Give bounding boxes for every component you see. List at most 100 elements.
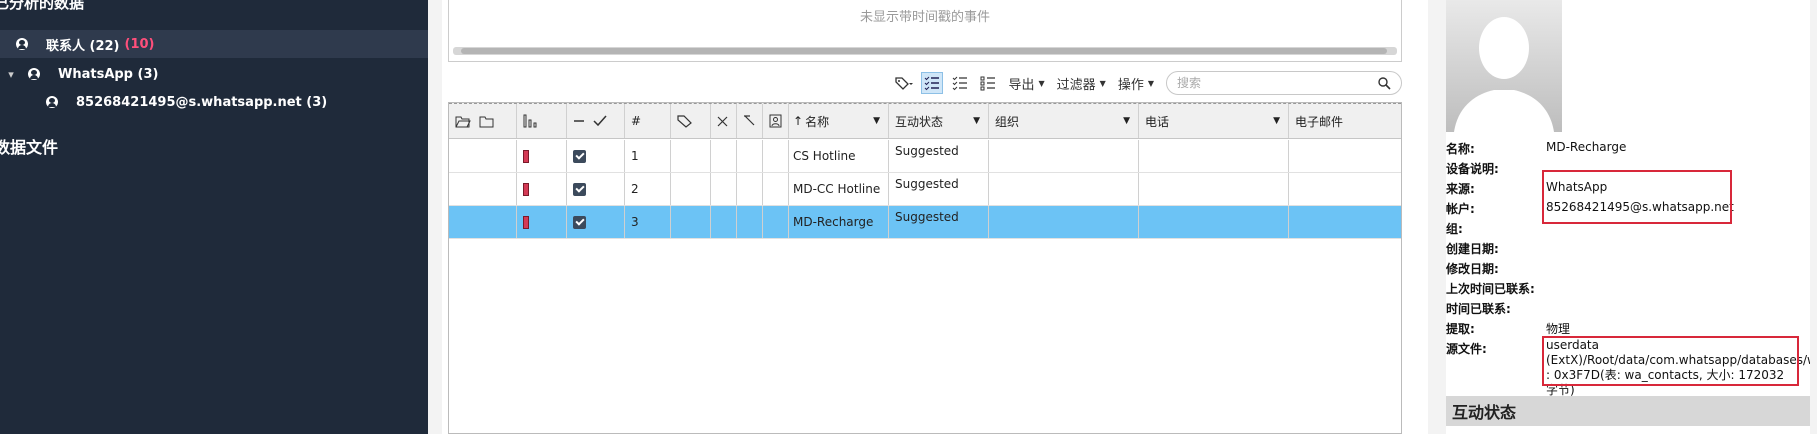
column-dropdown-icon[interactable]: ▼: [873, 116, 880, 126]
row-status: Suggested: [889, 206, 989, 238]
row-org: [989, 206, 1139, 238]
detail-group-label: 组:: [1446, 222, 1463, 236]
right-scroll-gutter: [1810, 0, 1817, 434]
sort-ascending-icon: ↑: [793, 114, 804, 128]
sidebar-title: 已分析的数据: [0, 0, 85, 12]
row-check-cell[interactable]: [567, 206, 625, 238]
org-column-header[interactable]: 组织 ▼: [989, 104, 1139, 138]
row-label-cell: [671, 206, 711, 238]
detail-source-file-label: 源文件:: [1446, 342, 1487, 356]
detail-name-value: MD-Recharge: [1546, 140, 1627, 154]
sidebar-item-account[interactable]: 85268421495@s.whatsapp.net (3): [0, 88, 428, 116]
row-checkbox[interactable]: [573, 215, 586, 229]
status-column-header[interactable]: 互动状态 ▼: [889, 104, 989, 138]
row-deleted-cell: [711, 173, 737, 205]
row-label-cell: [671, 173, 711, 205]
panel-splitter[interactable]: [1428, 0, 1446, 434]
row-pin-cell: [737, 173, 763, 205]
detail-modified-label: 修改日期:: [1446, 262, 1499, 276]
tag-icon: [677, 115, 692, 128]
search-icon[interactable]: [1378, 76, 1391, 90]
detail-name: 名称: MD-Recharge: [1446, 140, 1817, 160]
chevron-down-icon[interactable]: ▾: [4, 68, 18, 81]
index-column-header[interactable]: #: [625, 104, 671, 138]
flag-icon: [523, 182, 529, 196]
detail-device-label: 设备说明:: [1446, 162, 1499, 176]
actions-button[interactable]: 操作 ▼: [1112, 70, 1160, 96]
detail-times-contacted-label: 时间已联系:: [1446, 302, 1511, 316]
table-row[interactable]: 2 MD-CC Hotline Suggested: [449, 173, 1401, 206]
deleted-column-header[interactable]: [711, 104, 737, 138]
contact-icon: [46, 96, 58, 108]
status-column-header-label: 互动状态: [895, 114, 944, 129]
phone-column-header-label: 电话: [1145, 114, 1170, 129]
search-input[interactable]: [1177, 76, 1378, 90]
export-button[interactable]: 导出 ▼: [1002, 70, 1050, 96]
name-column-header-label: 名称: [805, 114, 830, 129]
row-status: Suggested: [889, 173, 989, 205]
folder-open-icon: [455, 116, 471, 127]
scrollbar-thumb[interactable]: [461, 48, 1387, 54]
toolbar: 导出 ▼ 过滤器 ▼ 操作 ▼: [448, 68, 1402, 98]
detail-last-contacted: 上次时间已联系:: [1446, 280, 1817, 300]
pin-column-header[interactable]: [737, 104, 763, 138]
contact-card-column-header[interactable]: [763, 104, 789, 138]
filter-button-label: 过滤器: [1056, 77, 1096, 93]
checked-column-header[interactable]: [567, 104, 625, 138]
row-email: [1289, 140, 1401, 172]
search-field[interactable]: [1166, 71, 1402, 95]
flag-icon: [523, 215, 529, 229]
contact-icon: [28, 68, 40, 80]
row-folder-cell: [449, 173, 517, 205]
section-interaction-status[interactable]: 互动状态: [1446, 396, 1810, 426]
row-phone: [1139, 140, 1289, 172]
column-dropdown-icon[interactable]: ▼: [973, 116, 980, 126]
checklist-view-icon[interactable]: [949, 72, 971, 94]
highlight-box-source-file: [1542, 336, 1799, 386]
detail-name-label: 名称:: [1446, 142, 1475, 156]
tag-column-header[interactable]: [517, 104, 567, 138]
tree-list-view-icon[interactable]: [977, 72, 999, 94]
panel-gutter: [428, 0, 442, 434]
detail-list-view-icon[interactable]: [921, 72, 944, 94]
sidebar-section-data-files[interactable]: 数据文件: [0, 134, 58, 158]
sidebar-item-whatsapp[interactable]: ▾ WhatsApp (3): [0, 60, 428, 88]
filter-button[interactable]: 过滤器 ▼: [1051, 70, 1112, 96]
email-column-header-label: 电子邮件: [1295, 114, 1344, 129]
row-name: MD-Recharge: [789, 206, 889, 238]
timeline-scrollbar[interactable]: [453, 47, 1397, 55]
row-name: MD-CC Hotline: [789, 173, 889, 205]
row-check-cell[interactable]: [567, 173, 625, 205]
row-email: [1289, 206, 1401, 238]
contact-details-panel: 名称: MD-Recharge 设备说明: 来源: WhatsApp 帐户: 8…: [1446, 0, 1817, 434]
row-checkbox[interactable]: [573, 182, 586, 196]
row-name: CS Hotline: [789, 140, 889, 172]
sidebar-item-contacts[interactable]: 联系人 (22) (10): [0, 30, 428, 58]
row-email: [1289, 173, 1401, 205]
row-label-cell: [671, 140, 711, 172]
row-tag-cell: [517, 206, 567, 238]
column-dropdown-icon[interactable]: ▼: [1123, 116, 1130, 126]
row-pin-cell: [737, 140, 763, 172]
label-column-header[interactable]: [671, 104, 711, 138]
table-row[interactable]: 1 CS Hotline Suggested: [449, 140, 1401, 173]
email-column-header[interactable]: 电子邮件: [1289, 104, 1401, 138]
caret-down-icon: ▼: [1147, 78, 1154, 88]
analyzed-data-sidebar: 已分析的数据 联系人 (22) (10) ▾ WhatsApp (3) 8526…: [0, 0, 428, 434]
row-phone: [1139, 206, 1289, 238]
row-folder-cell: [449, 140, 517, 172]
column-dropdown-icon[interactable]: ▼: [1273, 116, 1280, 126]
row-checkbox[interactable]: [573, 149, 586, 163]
detail-extraction-label: 提取:: [1446, 322, 1475, 336]
table-row-selected[interactable]: 3 MD-Recharge Suggested: [449, 206, 1401, 239]
detail-extraction-value: 物理: [1546, 322, 1571, 336]
folder-column-header[interactable]: [449, 104, 517, 138]
detail-last-contacted-label: 上次时间已联系:: [1446, 282, 1535, 296]
row-status: Suggested: [889, 140, 989, 172]
phone-column-header[interactable]: 电话 ▼: [1139, 104, 1289, 138]
detail-account-label: 帐户:: [1446, 202, 1475, 216]
tag-dropdown-icon[interactable]: [893, 72, 915, 94]
row-check-cell[interactable]: [567, 140, 625, 172]
contact-card-icon: [769, 114, 782, 128]
name-column-header[interactable]: ↑ 名称 ▼: [789, 104, 889, 138]
